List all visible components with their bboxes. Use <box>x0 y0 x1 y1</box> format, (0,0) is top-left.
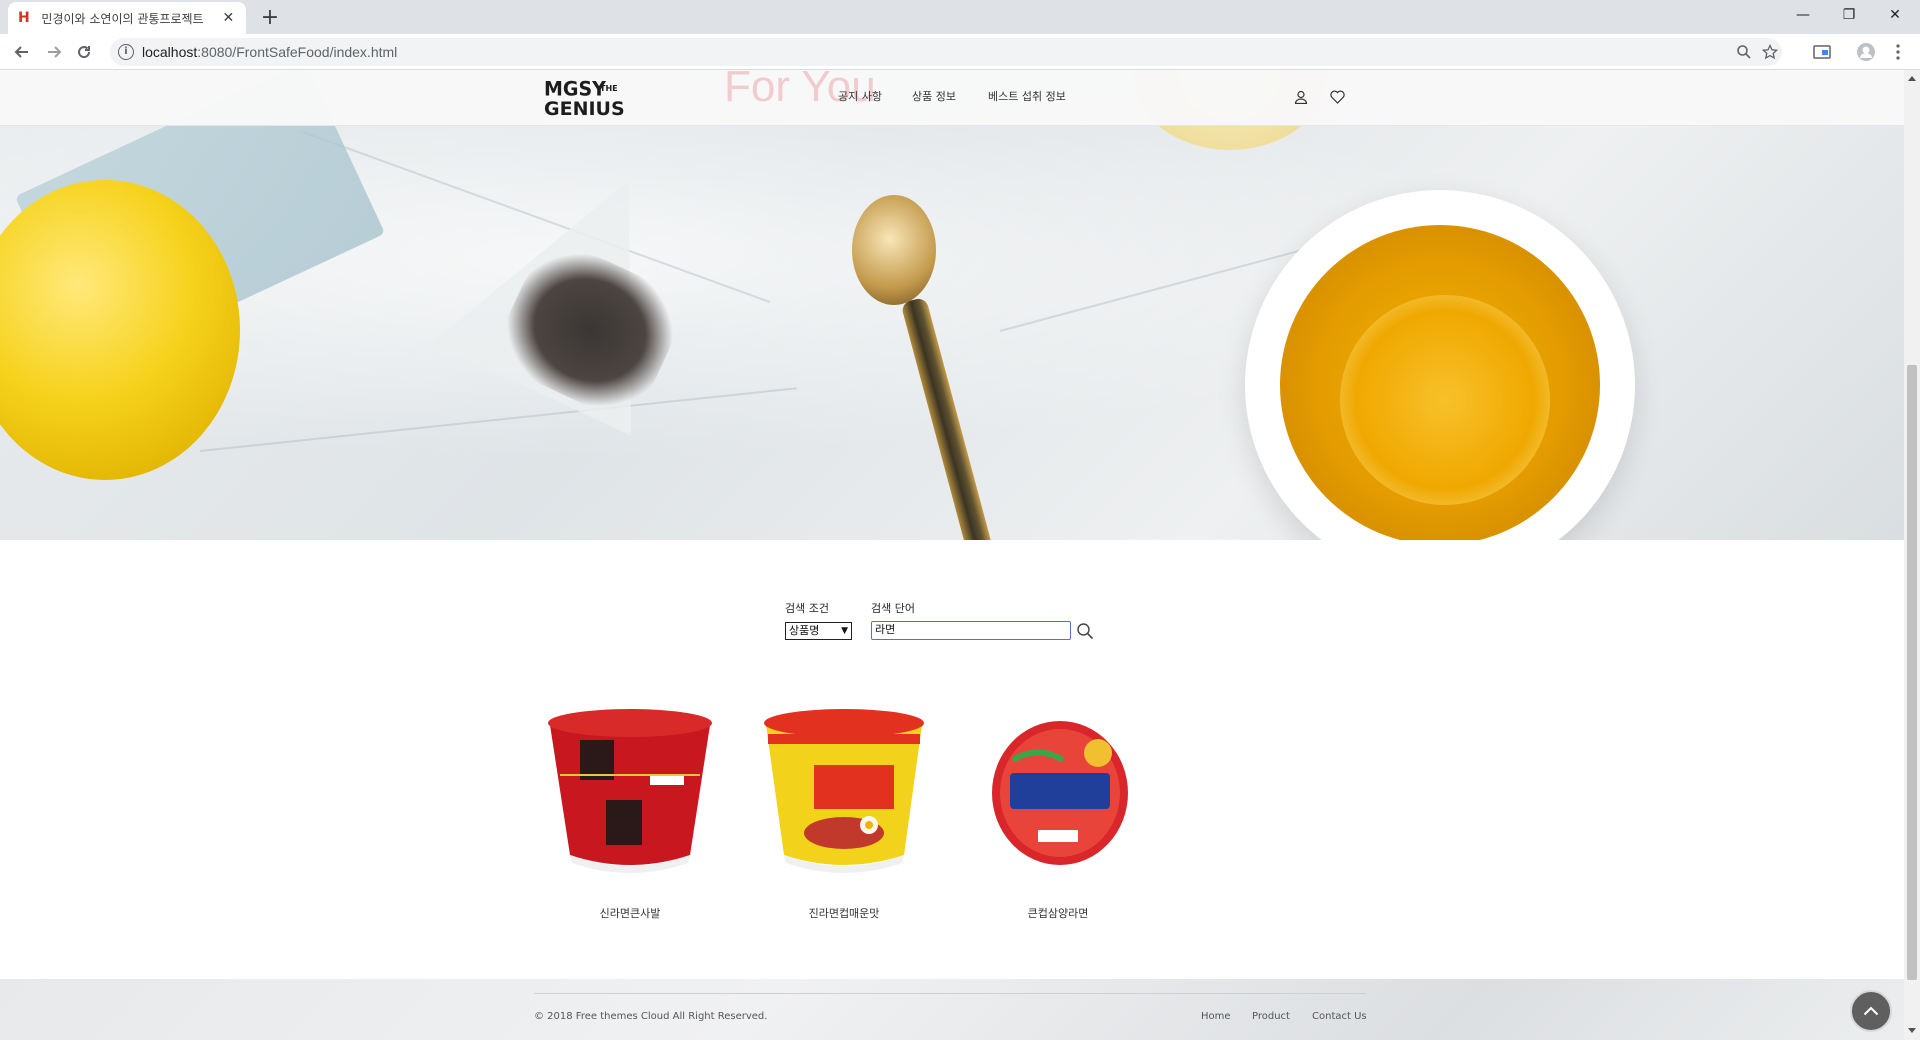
site-header: For You MGSY THE GENIUS 공지 사항 상품 정보 베스트 … <box>0 70 1904 126</box>
footer-link-home[interactable]: Home <box>1201 1011 1231 1022</box>
close-window-button[interactable]: ✕ <box>1872 0 1918 30</box>
scroll-up-arrow-icon[interactable] <box>1908 76 1916 81</box>
site-logo[interactable]: MGSY THE GENIUS <box>544 77 625 122</box>
tab-close-icon[interactable]: ✕ <box>221 10 236 26</box>
reload-icon <box>78 46 91 59</box>
spoon-image <box>852 195 936 305</box>
product-image[interactable] <box>540 705 720 880</box>
back-button[interactable] <box>8 38 36 66</box>
search-button[interactable] <box>1076 622 1094 640</box>
heart-icon[interactable] <box>1328 88 1346 106</box>
search-condition-label: 검색 조건 <box>785 602 829 615</box>
arrow-right-icon <box>48 46 62 58</box>
cast-icon[interactable] <box>1812 42 1832 62</box>
product-card[interactable]: 큰컵삼양라면 <box>968 705 1148 920</box>
new-tab-button[interactable]: + <box>256 4 284 32</box>
nav-notice[interactable]: 공지 사항 <box>838 88 882 104</box>
bookmark-star-icon[interactable] <box>1760 42 1780 62</box>
lemon-slice-image <box>1340 295 1550 505</box>
product-name[interactable]: 진라면컵매운맛 <box>754 905 934 921</box>
browser-tab[interactable]: H 민경이와 소연이의 관통프로젝트 ✕ <box>8 2 246 34</box>
chevron-down-icon: ▼ <box>841 626 848 636</box>
marble-vein <box>199 387 797 452</box>
spoon-handle-image <box>900 296 1001 540</box>
product-image[interactable] <box>754 705 934 880</box>
minimize-button[interactable]: — <box>1780 0 1826 30</box>
product-name[interactable]: 큰컵삼양라면 <box>968 905 1148 921</box>
search-input[interactable]: 라면 <box>871 621 1071 640</box>
zoom-icon[interactable] <box>1734 42 1754 62</box>
product-card[interactable]: 진라면컵매운맛 <box>754 705 934 920</box>
footer-link-contact[interactable]: Contact Us <box>1312 1011 1367 1022</box>
scroll-down-arrow-icon[interactable] <box>1908 1028 1916 1033</box>
scrollbar-thumb[interactable] <box>1907 365 1917 980</box>
back-to-top-button[interactable] <box>1850 990 1892 1032</box>
reload-button[interactable] <box>70 38 98 66</box>
tab-favicon-icon: H <box>18 10 30 26</box>
product-image[interactable] <box>968 705 1148 880</box>
footer-link-product[interactable]: Product <box>1252 1011 1290 1022</box>
product-card[interactable]: 신라면큰사발 <box>540 705 720 920</box>
search-condition-value: 상품명 <box>789 624 820 637</box>
tab-title: 민경이와 소연이의 관통프로젝트 <box>41 11 204 26</box>
copyright-text: © 2018 Free themes Cloud All Right Reser… <box>534 1011 768 1022</box>
site-info-icon[interactable]: i <box>118 44 134 60</box>
product-name[interactable]: 신라면큰사발 <box>540 905 720 921</box>
nav-best-intake-info[interactable]: 베스트 섭취 정보 <box>988 88 1066 104</box>
forward-button[interactable] <box>40 38 68 66</box>
search-icon <box>1077 623 1094 640</box>
browser-toolbar: i localhost:8080/FrontSafeFood/index.htm… <box>0 34 1920 70</box>
url-text[interactable]: localhost:8080/FrontSafeFood/index.html <box>142 44 397 60</box>
page-scrollbar[interactable] <box>1904 70 1920 1040</box>
hero-banner <box>0 70 1904 540</box>
chevron-up-icon <box>1863 1006 1879 1016</box>
page-viewport: For You MGSY THE GENIUS 공지 사항 상품 정보 베스트 … <box>0 70 1904 1040</box>
profile-avatar-icon[interactable] <box>1856 42 1876 62</box>
url-host: localhost <box>142 44 198 60</box>
tab-strip: H 민경이와 소연이의 관통프로젝트 ✕ + — ❐ ✕ <box>0 0 1920 34</box>
arrow-left-icon <box>14 46 28 58</box>
site-footer: © 2018 Free themes Cloud All Right Reser… <box>0 979 1904 1040</box>
address-bar[interactable]: i localhost:8080/FrontSafeFood/index.htm… <box>110 38 1782 66</box>
search-word-label: 검색 단어 <box>871 602 915 615</box>
restore-button[interactable]: ❐ <box>1826 0 1872 30</box>
logo-text-the: THE <box>600 84 618 93</box>
user-icon[interactable] <box>1292 88 1310 106</box>
nav-product-info[interactable]: 상품 정보 <box>912 88 956 104</box>
url-path: :8080/FrontSafeFood/index.html <box>197 44 398 60</box>
logo-text-2: GENIUS <box>544 98 625 120</box>
menu-kebab-icon[interactable] <box>1888 42 1908 62</box>
footer-divider <box>534 993 1366 994</box>
search-condition-select[interactable]: 상품명 ▼ <box>785 622 852 640</box>
